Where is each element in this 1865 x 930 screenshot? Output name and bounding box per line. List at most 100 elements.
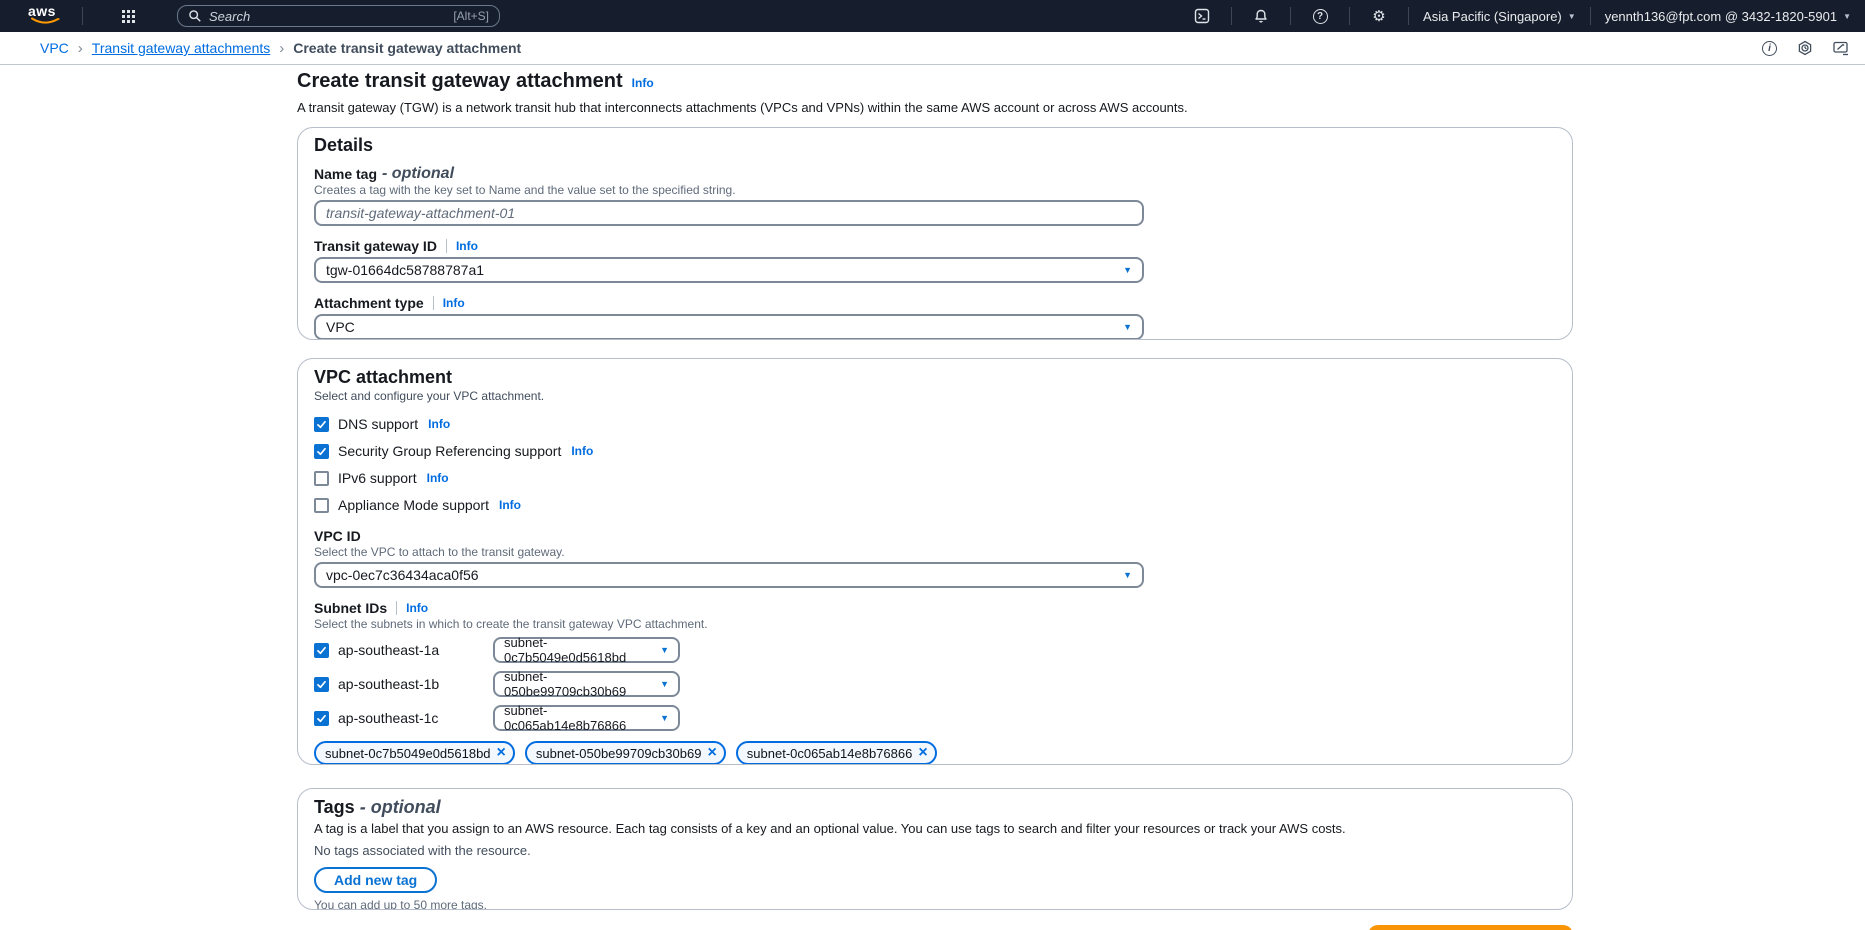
vpc-attachment-subheading: Select and configure your VPC attachment… <box>314 389 1556 403</box>
subnet-token: subnet-0c7b5049e0d5618bd × <box>314 741 515 765</box>
subnet-rows: ap-southeast-1a subnet-0c7b5049e0d5618bd… <box>314 637 1556 731</box>
terminal-icon <box>1194 8 1210 24</box>
ipv6-support-checkbox[interactable] <box>314 471 329 486</box>
subnet-1c-select[interactable]: subnet-0c065ab14e8b76866 ▼ <box>493 705 680 731</box>
topbar-divider <box>82 7 83 25</box>
transit-gateway-id-info-link[interactable]: Info <box>456 238 478 254</box>
breadcrumb-vpc[interactable]: VPC <box>40 40 69 56</box>
az-1a-label: ap-southeast-1a <box>338 642 493 658</box>
region-selector[interactable]: Asia Pacific (Singapore) ▼ <box>1423 9 1576 24</box>
sg-referencing-row[interactable]: Security Group Referencing support Info <box>314 442 1556 460</box>
help-button[interactable]: ? <box>1305 1 1335 31</box>
close-icon: × <box>497 744 506 761</box>
aws-smile-icon <box>31 17 61 26</box>
az-1b-checkbox[interactable] <box>314 677 329 692</box>
az-1c-label: ap-southeast-1c <box>338 710 493 726</box>
dns-support-row[interactable]: DNS support Info <box>314 415 1556 433</box>
attachment-type-value: VPC <box>326 319 355 335</box>
tags-card: Tags - optional A tag is a label that yo… <box>297 788 1573 910</box>
account-menu[interactable]: yennth136@fpt.com @ 3432-1820-5901 ▼ <box>1605 9 1851 24</box>
cloudshell-button[interactable] <box>1187 1 1217 31</box>
transit-gateway-id-select[interactable]: tgw-01664dc58788787a1 ▼ <box>314 257 1144 283</box>
check-icon <box>316 679 327 690</box>
sg-referencing-info-link[interactable]: Info <box>571 444 593 458</box>
tags-optional: - optional <box>360 797 441 817</box>
remove-token-button[interactable]: × <box>707 745 716 761</box>
search-shortcut: [Alt+S] <box>453 9 489 23</box>
subnet-ids-info-link[interactable]: Info <box>406 600 428 616</box>
remove-token-button[interactable]: × <box>918 745 927 761</box>
page-title: Create transit gateway attachment <box>297 70 623 93</box>
attachment-type-select[interactable]: VPC ▼ <box>314 314 1144 340</box>
attachment-type-info-link[interactable]: Info <box>443 295 465 311</box>
console-topbar: aws Search [Alt+S] <box>0 0 1865 32</box>
subnet-1b-value: subnet-050be99709cb30b69 <box>504 669 660 699</box>
transit-gateway-id-label: Transit gateway ID <box>314 238 437 254</box>
notifications-button[interactable] <box>1246 1 1276 31</box>
subnet-1a-value: subnet-0c7b5049e0d5618bd <box>504 635 660 665</box>
appliance-mode-row[interactable]: Appliance Mode support Info <box>314 496 1556 514</box>
subnet-1b-select[interactable]: subnet-050be99709cb30b69 ▼ <box>493 671 680 697</box>
az-1c-checkbox[interactable] <box>314 711 329 726</box>
subnet-token-label: subnet-0c7b5049e0d5618bd <box>325 746 491 761</box>
appliance-mode-checkbox[interactable] <box>314 498 329 513</box>
tags-empty-state: No tags associated with the resource. <box>314 843 1556 859</box>
remove-token-button[interactable]: × <box>497 745 506 761</box>
vpc-id-select[interactable]: vpc-0ec7c36434aca0f56 ▼ <box>314 562 1144 588</box>
az-1b-label: ap-southeast-1b <box>338 676 493 692</box>
page-info-link[interactable]: Info <box>632 76 654 90</box>
feedback-panel-icon[interactable] <box>1833 40 1849 56</box>
check-icon <box>316 419 327 430</box>
breadcrumb-separator-icon: › <box>78 40 83 57</box>
subnet-1c-value: subnet-0c065ab14e8b76866 <box>504 703 660 733</box>
search-placeholder: Search <box>209 9 250 24</box>
support-options-group: DNS support Info Security Group Referenc… <box>314 415 1556 514</box>
subnet-ids-help: Select the subnets in which to create th… <box>314 617 1556 631</box>
breadcrumb-current: Create transit gateway attachment <box>293 40 521 56</box>
vpc-id-help: Select the VPC to attach to the transit … <box>314 545 1556 559</box>
attachment-type-label: Attachment type <box>314 295 424 311</box>
sg-referencing-checkbox[interactable] <box>314 444 329 459</box>
region-label: Asia Pacific (Singapore) <box>1423 9 1562 24</box>
subnet-row-1c: ap-southeast-1c subnet-0c065ab14e8b76866… <box>314 705 1556 731</box>
create-attachment-button[interactable] <box>1368 925 1573 930</box>
dns-support-label: DNS support <box>338 416 418 432</box>
search-icon <box>188 9 202 23</box>
ipv6-support-info-link[interactable]: Info <box>427 471 449 485</box>
add-new-tag-button[interactable]: Add new tag <box>314 867 437 893</box>
dns-support-info-link[interactable]: Info <box>428 417 450 431</box>
details-card: Details Name tag - optional Creates a ta… <box>297 127 1573 340</box>
attachment-type-field: Attachment type Info VPC ▼ <box>314 295 1556 340</box>
appliance-mode-info-link[interactable]: Info <box>499 498 521 512</box>
aws-logo[interactable]: aws <box>28 4 68 28</box>
topbar-right-group: ? ⚙ Asia Pacific (Singapore) ▼ yennth136… <box>1187 1 1851 31</box>
chevron-down-icon: ▼ <box>1123 266 1132 275</box>
az-1a-checkbox[interactable] <box>314 643 329 658</box>
info-panel-icon[interactable]: i <box>1762 41 1777 56</box>
breadcrumb-transit-gateway-attachments[interactable]: Transit gateway attachments <box>92 40 270 56</box>
topbar-divider <box>1349 7 1350 25</box>
services-grid-button[interactable] <box>113 1 143 31</box>
aws-console-screen: aws Search [Alt+S] <box>0 0 1865 930</box>
hexagon-clock-icon[interactable] <box>1797 40 1813 56</box>
topbar-divider <box>1290 7 1291 25</box>
search-input[interactable]: Search [Alt+S] <box>177 5 500 27</box>
name-tag-input[interactable] <box>314 200 1144 226</box>
check-icon <box>316 645 327 656</box>
label-divider <box>396 601 397 615</box>
settings-button[interactable]: ⚙ <box>1364 1 1394 31</box>
subnet-1a-select[interactable]: subnet-0c7b5049e0d5618bd ▼ <box>493 637 680 663</box>
vpc-id-label: VPC ID <box>314 528 361 544</box>
name-tag-help: Creates a tag with the key set to Name a… <box>314 183 1556 197</box>
chevron-down-icon: ▼ <box>1123 323 1132 332</box>
chevron-down-icon: ▼ <box>660 646 669 655</box>
chevron-down-icon: ▼ <box>660 680 669 689</box>
breadcrumb: VPC › Transit gateway attachments › Crea… <box>40 40 521 57</box>
appliance-mode-label: Appliance Mode support <box>338 497 489 513</box>
selected-subnet-tokens: subnet-0c7b5049e0d5618bd × subnet-050be9… <box>314 741 1556 765</box>
ipv6-support-row[interactable]: IPv6 support Info <box>314 469 1556 487</box>
subnet-ids-label: Subnet IDs <box>314 600 387 616</box>
check-icon <box>316 713 327 724</box>
dns-support-checkbox[interactable] <box>314 417 329 432</box>
close-icon: × <box>707 744 716 761</box>
